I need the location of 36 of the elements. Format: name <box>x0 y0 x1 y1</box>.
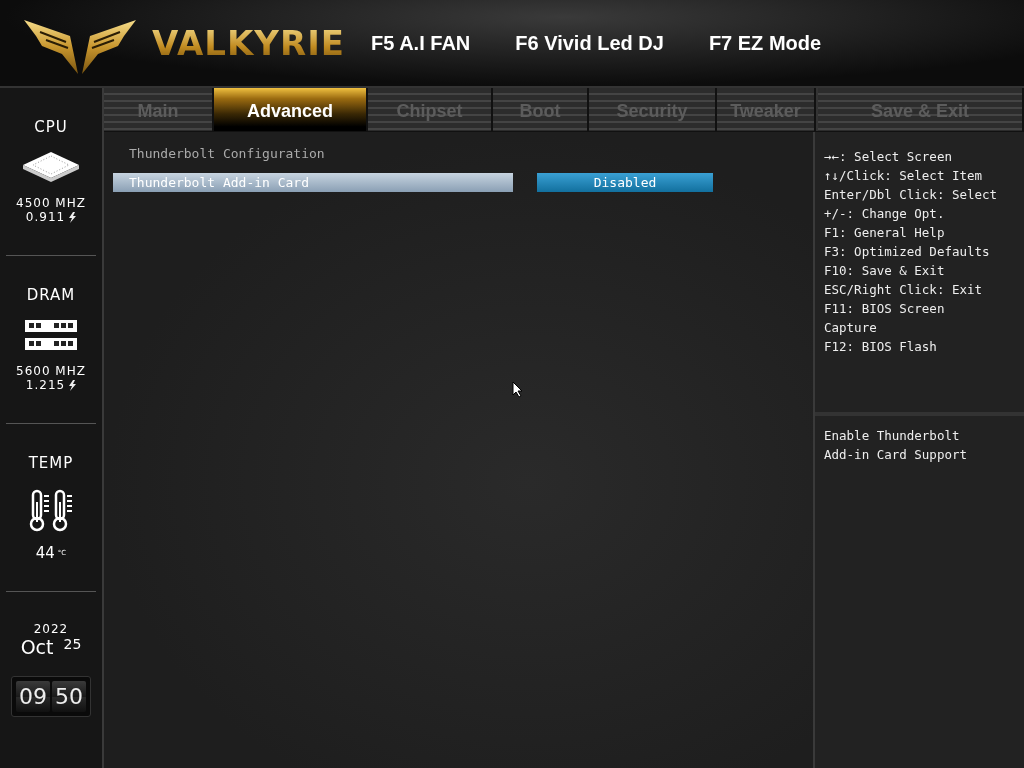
lightning-icon <box>68 379 77 391</box>
date-year: 2022 <box>33 622 69 636</box>
dram-label: DRAM <box>26 286 76 304</box>
hotkey-link[interactable]: F6 Vivid Led DJ <box>515 31 664 55</box>
cpu-chip-icon <box>21 150 81 184</box>
cpu-label: CPU <box>34 118 68 136</box>
key-help-text: F10: Save & Exit <box>824 262 946 280</box>
setting-label[interactable]: Thunderbolt Add-in Card <box>113 173 513 192</box>
clock-minutes: 50 <box>52 681 86 712</box>
dram-frequency: 5600 MHZ <box>16 364 86 378</box>
menu-tab[interactable]: Advanced <box>214 88 368 131</box>
section-title: Thunderbolt Configuration <box>129 146 326 161</box>
dram-voltage: 1.215 <box>25 378 66 392</box>
cpu-frequency: 4500 MHZ <box>16 196 86 210</box>
date-day: 25 <box>63 636 82 652</box>
key-help-text: F1: General Help <box>824 224 946 242</box>
temp-label: TEMP <box>28 454 74 472</box>
clock-hours: 09 <box>16 681 50 712</box>
item-description: Enable Thunderbolt Add-in Card Support <box>824 427 968 464</box>
mouse-pointer-icon <box>512 381 523 398</box>
key-help-text: ↑↓/Click: Select Item <box>824 167 984 185</box>
memory-modules-icon <box>24 318 78 352</box>
lightning-icon <box>68 211 77 223</box>
key-help-text: F3: Optimized Defaults <box>824 243 991 261</box>
key-help-text: F11: BIOS Screen Capture <box>824 300 946 337</box>
hotkey-link[interactable]: F7 EZ Mode <box>708 31 822 55</box>
temperature-value: 44 <box>35 544 55 562</box>
key-help-text: F12: BIOS Flash <box>824 338 938 356</box>
setting-value[interactable]: Disabled <box>537 173 713 192</box>
hotkey-link[interactable]: F5 A.I FAN <box>371 31 471 55</box>
key-help-text: Enter/Dbl Click: Select <box>824 186 998 204</box>
date-month: Oct <box>20 636 54 658</box>
key-help-text: +/-: Change Opt. <box>824 205 946 223</box>
cpu-voltage: 0.911 <box>25 210 66 224</box>
key-help-text: ESC/Right Click: Exit <box>824 281 984 299</box>
key-help-text: →←: Select Screen <box>824 148 953 166</box>
